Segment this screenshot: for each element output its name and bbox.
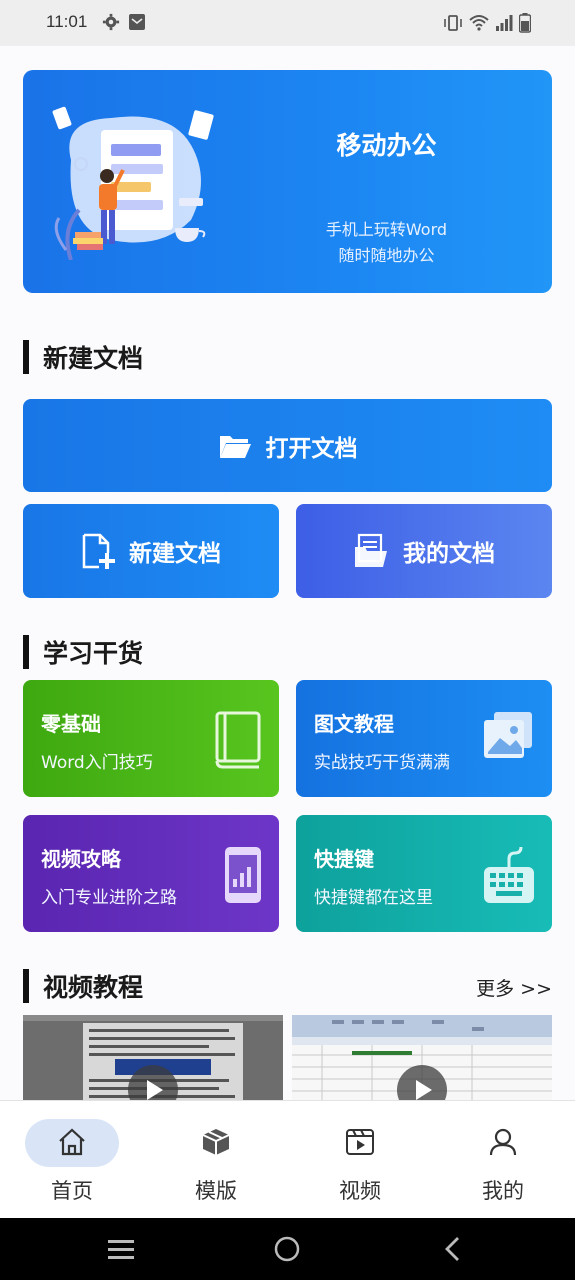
card-title: 图文教程 [314, 712, 394, 736]
tab-label: 首页 [51, 1179, 93, 1203]
card-shortcuts[interactable]: 快捷键 快捷键都在这里 [296, 815, 552, 932]
battery-icon [519, 13, 531, 33]
bottom-tab-bar: 首页 模版 视频 我的 [0, 1100, 575, 1218]
video-thumbnail[interactable] [292, 1015, 552, 1100]
card-title: 零基础 [41, 712, 101, 736]
card-title: 快捷键 [314, 847, 374, 871]
system-nav-bar [0, 1218, 575, 1280]
section-title-text: 视频教程 [43, 973, 144, 1002]
more-videos-link[interactable]: 更多 >> [476, 974, 552, 1001]
folder-open-icon [219, 435, 251, 458]
wifi-icon [469, 15, 489, 31]
section-title-video: 视频教程 [23, 968, 143, 1004]
vibrate-icon [444, 15, 462, 31]
images-icon [484, 712, 532, 758]
tab-home[interactable]: 首页 [0, 1101, 144, 1219]
tab-profile[interactable]: 我的 [431, 1101, 575, 1219]
status-right-icons [443, 13, 531, 33]
section-bar [23, 969, 29, 1003]
section-title-learning: 学习干货 [23, 634, 143, 670]
video-icon [346, 1129, 374, 1155]
gear-icon [102, 13, 120, 31]
card-illustrated[interactable]: 图文教程 实战技巧干货满满 [296, 680, 552, 797]
tab-label: 视频 [339, 1179, 381, 1203]
new-file-icon [82, 533, 115, 569]
card-basics[interactable]: 零基础 Word入门技巧 [23, 680, 279, 797]
banner-subtitle: 手机上玩转Word [325, 220, 448, 239]
office-illustration [52, 106, 214, 260]
box-icon [202, 1129, 230, 1155]
mail-icon [129, 14, 145, 30]
card-subtitle: 快捷键都在这里 [314, 888, 433, 908]
status-time: 11:01 [46, 12, 88, 31]
card-video-guide[interactable]: 视频攻略 入门专业进阶之路 [23, 815, 279, 932]
documents-icon [355, 533, 387, 567]
section-bar [23, 340, 29, 374]
phone-chart-icon [225, 847, 261, 903]
signal-icon [496, 15, 513, 31]
keyboard-icon [484, 846, 534, 903]
tab-templates[interactable]: 模版 [144, 1101, 288, 1219]
card-subtitle: 入门专业进阶之路 [41, 888, 177, 908]
recent-apps-icon[interactable] [108, 1238, 134, 1260]
card-subtitle: Word入门技巧 [41, 753, 153, 773]
tab-videos[interactable]: 视频 [288, 1101, 432, 1219]
home-icon [59, 1128, 85, 1156]
video-thumbnail[interactable] [23, 1015, 283, 1100]
card-title: 视频攻略 [41, 847, 121, 871]
section-title-new-doc: 新建文档 [23, 339, 143, 375]
my-docs-button[interactable]: 我的文档 [296, 504, 552, 598]
user-icon [489, 1128, 517, 1156]
section-title-text: 学习干货 [43, 639, 144, 668]
back-icon[interactable] [443, 1236, 461, 1262]
home-nav-icon[interactable] [274, 1236, 300, 1262]
tab-label: 我的 [482, 1179, 524, 1203]
book-icon [215, 711, 261, 769]
status-left-icons [102, 13, 146, 31]
section-title-text: 新建文档 [43, 344, 144, 373]
new-doc-label: 新建文档 [129, 541, 221, 567]
main-content[interactable]: 移动办公 手机上玩转Word 随时随地办公 新建文档 打开文档 新建文档 我的文… [0, 46, 575, 1100]
new-doc-button[interactable]: 新建文档 [23, 504, 279, 598]
banner[interactable]: 移动办公 手机上玩转Word 随时随地办公 [23, 70, 552, 293]
status-bar: 11:01 [0, 0, 575, 46]
section-bar [23, 635, 29, 669]
my-docs-label: 我的文档 [403, 541, 495, 567]
open-doc-button[interactable]: 打开文档 [23, 399, 552, 492]
banner-title: 移动办公 [336, 131, 437, 160]
tab-label: 模版 [195, 1179, 237, 1203]
card-subtitle: 实战技巧干货满满 [314, 753, 450, 773]
open-doc-label: 打开文档 [265, 435, 358, 462]
banner-subtitle: 随时随地办公 [338, 246, 435, 265]
